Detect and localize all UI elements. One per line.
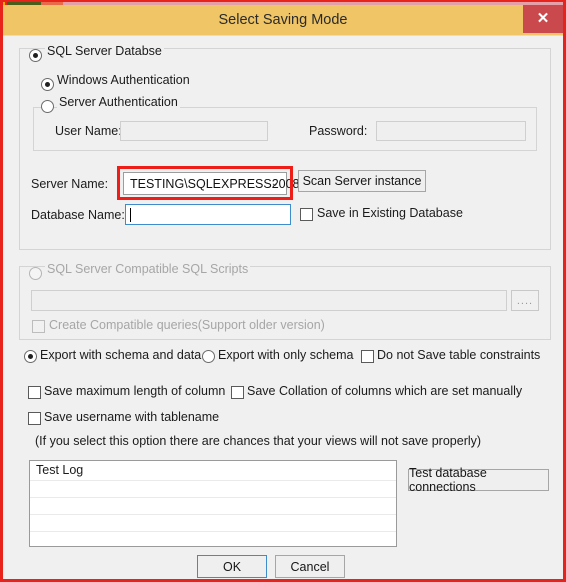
label-create-compatible-queries: Create Compatible queries(Support older … [49,318,325,332]
sql-server-group-label: SQL Server Databse [45,44,164,58]
list-item[interactable] [30,498,396,515]
label-save-collation: Save Collation of columns which are set … [247,384,523,398]
password-field[interactable] [376,121,526,141]
label-database-name: Database Name: [31,208,125,222]
database-name-field[interactable] [125,204,291,225]
list-item[interactable] [30,532,396,546]
checkbox-save-collation[interactable] [231,386,244,399]
radio-server-authentication[interactable] [41,100,54,113]
radio-export-schema-and-data[interactable] [24,350,37,363]
label-export-schema-and-data: Export with schema and data [40,348,202,362]
dialog-client-area: SQL Server Databse Windows Authenticatio… [3,35,563,579]
radio-sql-server-compatible-scripts[interactable] [29,267,42,280]
label-sql-server-compatible-scripts: SQL Server Compatible SQL Scripts [45,262,251,276]
close-icon[interactable]: ✕ [523,5,563,33]
cancel-button[interactable]: Cancel [275,555,345,578]
test-log-listbox[interactable]: Test Log [29,460,397,547]
checkbox-save-username-with-tablename[interactable] [28,412,41,425]
test-database-connections-button[interactable]: Test database connections [408,466,549,494]
label-user-name: User Name: [55,124,122,138]
radio-windows-authentication[interactable] [41,78,54,91]
dialog-window: Select Saving Mode ✕ SQL Server Databse … [0,0,566,582]
views-warning-note: (If you select this option there are cha… [35,434,482,448]
checkbox-save-max-length[interactable] [28,386,41,399]
label-save-username-with-tablename: Save username with tablename [44,410,220,424]
ok-button[interactable]: OK [197,555,267,578]
server-name-combobox[interactable]: TESTING\SQLEXPRESS2008 ⌄ [123,172,300,195]
label-save-max-length: Save maximum length of column [44,384,226,398]
dialog-title: Select Saving Mode [218,12,348,28]
browse-path-button[interactable]: .... [511,290,539,311]
checkbox-create-compatible-queries[interactable] [32,320,45,333]
label-server-name: Server Name: [31,177,109,191]
radio-export-only-schema[interactable] [202,350,215,363]
label-server-authentication: Server Authentication [57,95,180,109]
scan-server-instance-button[interactable]: Scan Server instance [298,170,426,192]
list-item[interactable] [30,515,396,532]
title-bar: Select Saving Mode ✕ [3,5,563,35]
label-password: Password: [309,124,368,138]
scripts-path-field[interactable] [31,290,507,311]
label-save-in-existing-database: Save in Existing Database [317,206,463,220]
checkbox-save-in-existing-database[interactable] [300,208,313,221]
chevron-down-icon[interactable]: ⌄ [271,173,279,194]
radio-sql-server-database[interactable] [29,49,42,62]
label-export-only-schema: Export with only schema [218,348,354,362]
text-caret [130,208,131,222]
list-item[interactable] [30,481,396,498]
label-windows-authentication: Windows Authentication [57,73,190,87]
test-log-header: Test Log [30,461,396,481]
checkbox-no-table-constraints[interactable] [361,350,374,363]
label-no-table-constraints: Do not Save table constraints [377,348,541,362]
user-name-field[interactable] [120,121,268,141]
